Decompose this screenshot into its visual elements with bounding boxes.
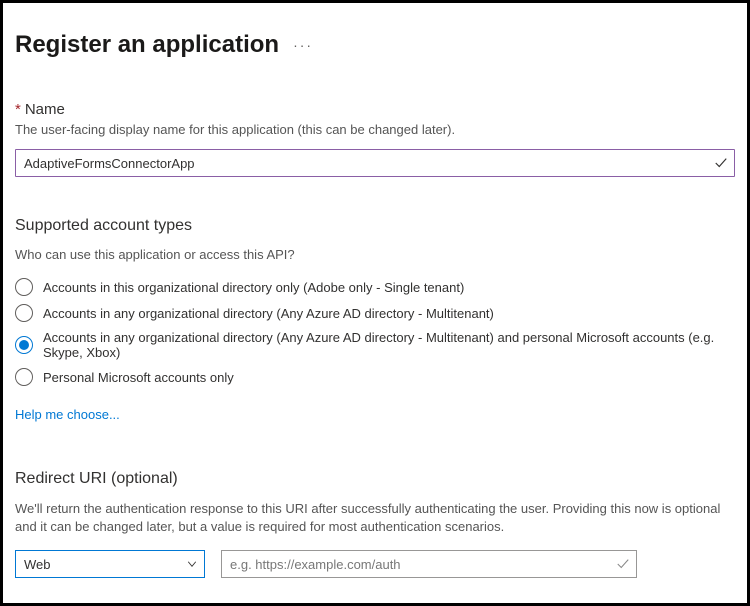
account-types-label: Supported account types	[15, 217, 735, 235]
platform-select[interactable]: Web	[15, 550, 205, 578]
redirect-uri-input-container[interactable]	[221, 550, 637, 578]
name-input[interactable]	[24, 156, 706, 171]
checkmark-icon	[616, 557, 630, 571]
account-types-help: Who can use this application or access t…	[15, 247, 735, 262]
more-actions-button[interactable]: ···	[293, 37, 313, 53]
name-field-help: The user-facing display name for this ap…	[15, 122, 735, 137]
required-star-icon: *	[15, 101, 21, 118]
radio-label: Accounts in any organizational directory…	[43, 306, 494, 321]
radio-icon	[15, 304, 33, 322]
radio-icon	[15, 336, 33, 354]
name-input-container[interactable]	[15, 149, 735, 177]
redirect-uri-input[interactable]	[230, 557, 610, 572]
redirect-uri-row: Web	[15, 550, 735, 578]
title-row: Register an application ···	[15, 31, 735, 59]
account-type-option-personal-only[interactable]: Personal Microsoft accounts only	[15, 368, 735, 386]
account-type-option-multitenant[interactable]: Accounts in any organizational directory…	[15, 304, 735, 322]
radio-icon	[15, 278, 33, 296]
platform-select-value: Web	[24, 557, 51, 572]
name-field-label: *Name	[15, 101, 735, 118]
redirect-uri-label: Redirect URI (optional)	[15, 470, 735, 488]
checkmark-icon	[714, 156, 728, 170]
redirect-uri-help: We'll return the authentication response…	[15, 500, 735, 536]
radio-label: Accounts in any organizational directory…	[43, 330, 735, 360]
help-me-choose-link[interactable]: Help me choose...	[15, 407, 120, 422]
account-type-option-multitenant-personal[interactable]: Accounts in any organizational directory…	[15, 330, 735, 360]
account-types-radio-group: Accounts in this organizational director…	[15, 278, 735, 386]
radio-label: Personal Microsoft accounts only	[43, 370, 234, 385]
page-title: Register an application	[15, 31, 279, 59]
radio-icon	[15, 368, 33, 386]
radio-label: Accounts in this organizational director…	[43, 280, 464, 295]
chevron-down-icon	[186, 558, 198, 570]
name-label-text: Name	[25, 101, 65, 118]
account-type-option-single-tenant[interactable]: Accounts in this organizational director…	[15, 278, 735, 296]
